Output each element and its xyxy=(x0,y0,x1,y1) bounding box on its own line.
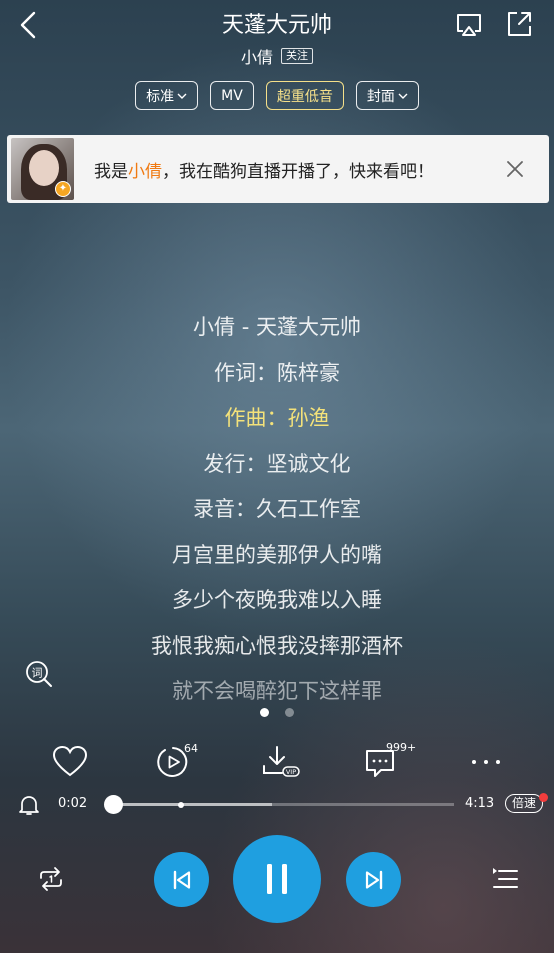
share-icon[interactable] xyxy=(504,9,534,39)
progress-knob[interactable] xyxy=(103,795,123,814)
page-indicator xyxy=(0,708,554,717)
skip-back-icon xyxy=(173,870,190,889)
more-icon[interactable] xyxy=(466,742,506,782)
svg-text:VIP: VIP xyxy=(286,768,296,776)
singer-row: 小倩 关注 xyxy=(0,44,554,68)
singer-name[interactable]: 小倩 xyxy=(241,44,273,68)
lyric-line: 小倩 - 天蓬大元帅 xyxy=(193,315,361,339)
listen-count: 64 xyxy=(184,742,198,755)
close-icon[interactable] xyxy=(495,149,535,189)
page-dot[interactable] xyxy=(285,708,294,717)
svg-text:词: 词 xyxy=(32,667,43,680)
bass-boost-button[interactable]: 超重低音 xyxy=(265,81,344,110)
download-vip-icon[interactable]: VIP xyxy=(260,742,302,782)
cover-select[interactable]: 封面 xyxy=(355,81,419,110)
lyric-line: 录音：久石工作室 xyxy=(193,497,361,521)
next-button[interactable] xyxy=(346,852,401,907)
lyric-search-icon[interactable]: 词 xyxy=(24,659,54,689)
tag-label: 超重低音 xyxy=(276,88,333,105)
comment-count: 999+ xyxy=(386,741,417,754)
speed-button[interactable]: 倍速 xyxy=(505,794,544,813)
mv-button[interactable]: MV xyxy=(210,81,254,110)
tag-label: 封面 xyxy=(366,88,395,105)
skip-forward-icon xyxy=(365,870,382,889)
climax-marker xyxy=(178,801,184,808)
tag-label: MV xyxy=(221,87,243,104)
lyric-line: 作词：陈梓豪 xyxy=(214,360,340,385)
lyric-line: 月宫里的美那伊人的嘴 xyxy=(172,542,382,567)
lyric-line-active: 作曲：孙渔 xyxy=(224,406,330,430)
quality-tag-row: 标准 MV 超重低音 封面 xyxy=(0,81,554,110)
lyrics-panel[interactable]: 小倩 - 天蓬大元帅 作词：陈梓豪 作曲：孙渔 发行：坚诚文化 录音：久石工作室… xyxy=(0,305,554,715)
chevron-down-icon xyxy=(398,93,408,99)
cast-screen-icon[interactable] xyxy=(454,10,484,40)
lyric-line: 多少个夜晚我难以入睡 xyxy=(172,588,382,612)
page-dot-active[interactable] xyxy=(260,708,269,717)
repeat-one-icon[interactable] xyxy=(36,864,66,894)
streamer-name: 小倩 xyxy=(128,161,162,182)
pause-button[interactable] xyxy=(233,835,321,923)
comments-button[interactable]: 999+ xyxy=(363,740,425,784)
progress-track[interactable] xyxy=(110,801,454,808)
streamer-avatar[interactable]: ✦ xyxy=(11,138,74,200)
banner-message: 我是小倩，我在酷狗直播开播了，快来看吧！ xyxy=(94,161,434,182)
lyric-line: 我恨我痴心恨我没摔那酒杯 xyxy=(151,633,403,658)
quality-select[interactable]: 标准 xyxy=(135,81,199,110)
listen-count-button[interactable]: 64 xyxy=(155,740,207,784)
current-time: 0:02 xyxy=(58,796,88,811)
buffer-bar xyxy=(110,803,272,806)
chevron-down-icon xyxy=(177,93,187,99)
playlist-icon[interactable] xyxy=(490,864,520,894)
notification-dot xyxy=(539,793,548,802)
bell-icon[interactable] xyxy=(17,793,41,817)
live-stream-banner[interactable]: ✦ 我是小倩，我在酷狗直播开播了，快来看吧！ xyxy=(7,135,549,203)
pause-icon xyxy=(267,864,287,894)
heart-icon[interactable] xyxy=(50,742,90,782)
crown-badge-icon: ✦ xyxy=(55,181,71,197)
total-time: 4:13 xyxy=(465,796,495,811)
lyric-line: 发行：坚诚文化 xyxy=(203,451,351,476)
previous-button[interactable] xyxy=(154,852,209,907)
tag-label: 标准 xyxy=(146,88,175,105)
follow-button[interactable]: 关注 xyxy=(281,48,313,64)
